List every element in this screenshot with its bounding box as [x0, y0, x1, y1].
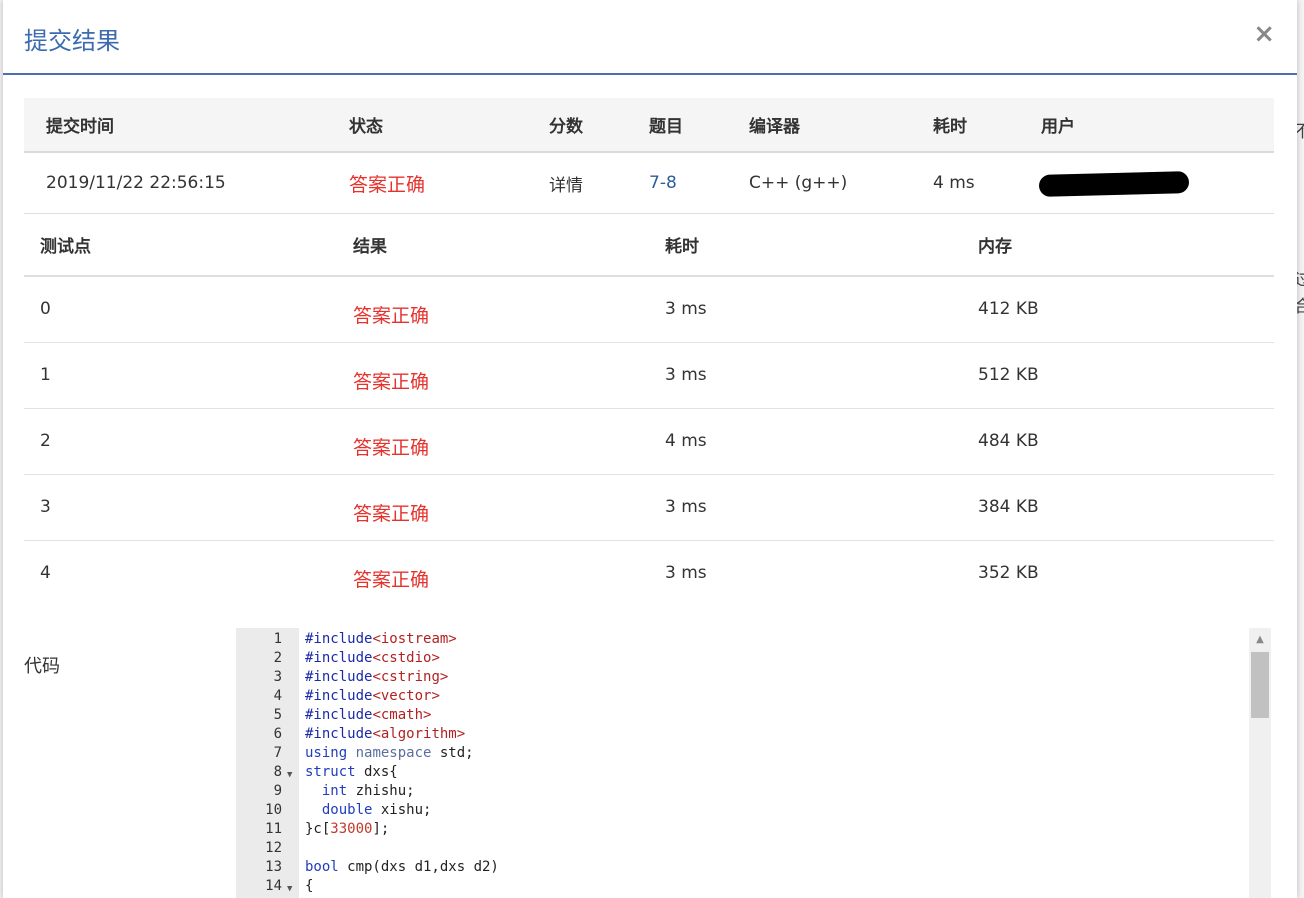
- code-line: #include<vector>: [305, 688, 440, 704]
- fold-arrow-icon[interactable]: ▼: [287, 766, 292, 785]
- case-id: 4: [40, 563, 51, 583]
- column-header: 题目: [649, 117, 683, 137]
- line-number: 10: [265, 802, 282, 818]
- table-row: 2 答案正确 4 ms 484 KB: [24, 409, 1274, 475]
- table-header: 测试点 结果 耗时 内存: [24, 214, 1274, 277]
- code-line: #include<cstdio>: [305, 650, 440, 666]
- line-number: 3: [273, 669, 282, 685]
- case-result: 答案正确: [353, 569, 430, 591]
- column-header: 耗时: [933, 117, 967, 137]
- line-number: 5: [273, 707, 282, 723]
- code-line: double xishu;: [321, 802, 432, 818]
- table-header: 提交时间 状态 分数 题目 编译器 耗时 用户: [24, 98, 1274, 153]
- close-icon[interactable]: ×: [1253, 20, 1275, 48]
- modal-title: 提交结果: [24, 27, 120, 55]
- case-memory: 484 KB: [978, 431, 1039, 451]
- case-result: 答案正确: [353, 437, 430, 459]
- line-number: 1: [273, 631, 282, 647]
- case-time: 3 ms: [665, 299, 707, 319]
- status-badge: 答案正确: [349, 173, 426, 196]
- code-line: #include<cmath>: [305, 707, 432, 723]
- column-header: 耗时: [665, 237, 699, 257]
- code-line: {: [305, 878, 314, 894]
- case-memory: 384 KB: [978, 497, 1039, 517]
- code-line: #include<cstring>: [305, 669, 449, 685]
- code-line: bool cmp(dxs d1,dxs d2): [305, 859, 499, 875]
- code-line: #include<algorithm>: [305, 726, 466, 742]
- column-header: 分数: [549, 117, 583, 137]
- line-number: 6: [273, 726, 282, 742]
- code-editor[interactable]: 1 2 3 4 5 6 7 8 9 10 11 12 13 14 ▼ ▼ #in…: [236, 628, 1271, 898]
- case-id: 2: [40, 431, 51, 451]
- code-line: }c[33000];: [305, 821, 390, 837]
- code-line: #include<iostream>: [305, 631, 457, 647]
- score-details-link[interactable]: 详情: [549, 153, 583, 213]
- case-time: 3 ms: [665, 365, 707, 385]
- case-time: 3 ms: [665, 563, 707, 583]
- fold-arrow-icon[interactable]: ▼: [287, 880, 292, 898]
- line-number: 14: [265, 878, 282, 894]
- line-number: 11: [265, 821, 282, 837]
- case-time: 3 ms: [665, 497, 707, 517]
- case-result: 答案正确: [353, 503, 430, 525]
- code-label: 代码: [24, 656, 60, 677]
- case-memory: 352 KB: [978, 563, 1039, 583]
- line-number: 8: [273, 764, 282, 780]
- submit-time: 2019/11/22 22:56:15: [46, 173, 226, 193]
- case-id: 3: [40, 497, 51, 517]
- table-row: 3 答案正确 3 ms 384 KB: [24, 475, 1274, 541]
- column-header: 提交时间: [46, 117, 114, 137]
- case-time: 4 ms: [665, 431, 707, 451]
- table-row: 2019/11/22 22:56:15 答案正确 详情 7-8 C++ (g++…: [24, 153, 1274, 214]
- line-number: 4: [273, 688, 282, 704]
- column-header: 测试点: [40, 237, 91, 257]
- line-number: 9: [273, 783, 282, 799]
- column-header: 编译器: [749, 117, 800, 137]
- column-header: 用户: [1041, 117, 1075, 137]
- submission-summary-table: 提交时间 状态 分数 题目 编译器 耗时 用户 2019/11/22 22:56…: [24, 98, 1274, 214]
- modal-header: 提交结果 ×: [3, 0, 1297, 75]
- test-cases-table: 测试点 结果 耗时 内存 0 答案正确 3 ms 412 KB 1 答案正确 3…: [24, 214, 1274, 607]
- case-memory: 512 KB: [978, 365, 1039, 385]
- line-number: 12: [265, 840, 282, 856]
- line-number: 7: [273, 745, 282, 761]
- line-number: 13: [265, 859, 282, 875]
- table-row: 1 答案正确 3 ms 512 KB: [24, 343, 1274, 409]
- duration-value: 4 ms: [933, 173, 975, 193]
- column-header: 状态: [349, 117, 383, 137]
- case-result: 答案正确: [353, 371, 430, 393]
- code-scrollbar[interactable]: ▲: [1249, 628, 1271, 898]
- column-header: 内存: [978, 237, 1012, 257]
- table-row: 0 答案正确 3 ms 412 KB: [24, 277, 1274, 343]
- table-row: 4 答案正确 3 ms 352 KB: [24, 541, 1274, 607]
- line-number: 2: [273, 650, 282, 666]
- scroll-up-icon[interactable]: ▲: [1249, 628, 1271, 650]
- compiler-value: C++ (g++): [749, 173, 848, 193]
- case-memory: 412 KB: [978, 299, 1039, 319]
- problem-link[interactable]: 7-8: [649, 153, 677, 213]
- case-id: 1: [40, 365, 51, 385]
- redacted-user: [1038, 171, 1190, 197]
- scroll-thumb[interactable]: [1251, 652, 1269, 718]
- column-header: 结果: [353, 237, 387, 257]
- case-id: 0: [40, 299, 51, 319]
- code-line: struct dxs{: [305, 764, 398, 780]
- code-line: using namespace std;: [305, 745, 474, 761]
- code-line: int zhishu;: [321, 783, 415, 799]
- case-result: 答案正确: [353, 305, 430, 327]
